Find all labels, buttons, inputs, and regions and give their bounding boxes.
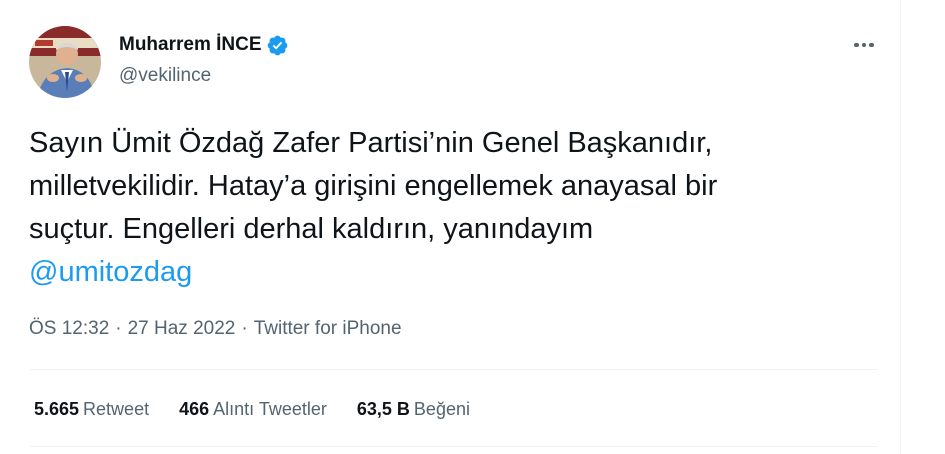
more-options-button[interactable]: [845, 30, 883, 60]
tweet-source[interactable]: Twitter for iPhone: [254, 317, 402, 341]
tweet-meta: ÖS 12:32 · 27 Haz 2022 · Twitter for iPh…: [29, 317, 402, 341]
tweet-time[interactable]: ÖS 12:32: [29, 317, 109, 341]
tweet-stats: 5.665 Retweet 466 Alıntı Tweetler 63,5 B Be…: [34, 397, 470, 421]
divider: [29, 369, 877, 370]
stat-value: 63,5 B: [356, 399, 410, 419]
avatar[interactable]: [29, 26, 101, 98]
quote-tweets-count[interactable]: 466 Alıntı Tweetler: [179, 397, 327, 421]
author-display-name[interactable]: Muharrem İNCE: [119, 33, 262, 57]
mention-link[interactable]: @umitozdag: [29, 251, 859, 294]
meta-separator: ·: [241, 318, 248, 339]
more-horizontal-icon: [861, 42, 867, 48]
more-horizontal-icon: [854, 42, 859, 48]
stat-label: Retweet: [83, 399, 150, 419]
author-handle[interactable]: @vekilince: [119, 64, 211, 88]
retweet-count[interactable]: 5.665 Retweet: [34, 397, 149, 421]
tweet-card: Muharrem İNCE @vekilince Sayın Ümit Özda…: [0, 0, 901, 454]
stat-value: 5.665: [34, 399, 80, 419]
tweet-text-line: Sayın Ümit Özdağ Zafer Partisi’nin Genel…: [29, 127, 713, 159]
tweet-text-line: milletvekilidir. Hatay’a girişini engell…: [29, 170, 718, 202]
meta-separator: ·: [115, 318, 122, 339]
tweet-text: Sayın Ümit Özdağ Zafer Partisi’nin Genel…: [29, 122, 859, 294]
divider: [29, 446, 877, 447]
tweet-text-line: suçtur. Engelleri derhal kaldırın, yanın…: [29, 213, 594, 245]
author-name-row[interactable]: Muharrem İNCE: [119, 33, 289, 57]
likes-count[interactable]: 63,5 B Beğeni: [357, 397, 470, 421]
profile-photo: [29, 26, 101, 98]
stat-label: Beğeni: [413, 399, 470, 419]
more-horizontal-icon: [869, 42, 874, 48]
tweet-date[interactable]: 27 Haz 2022: [128, 317, 236, 341]
verified-badge-icon: [266, 34, 289, 57]
stat-value: 466: [179, 399, 210, 419]
stat-label: Alıntı Tweetler: [213, 399, 327, 419]
